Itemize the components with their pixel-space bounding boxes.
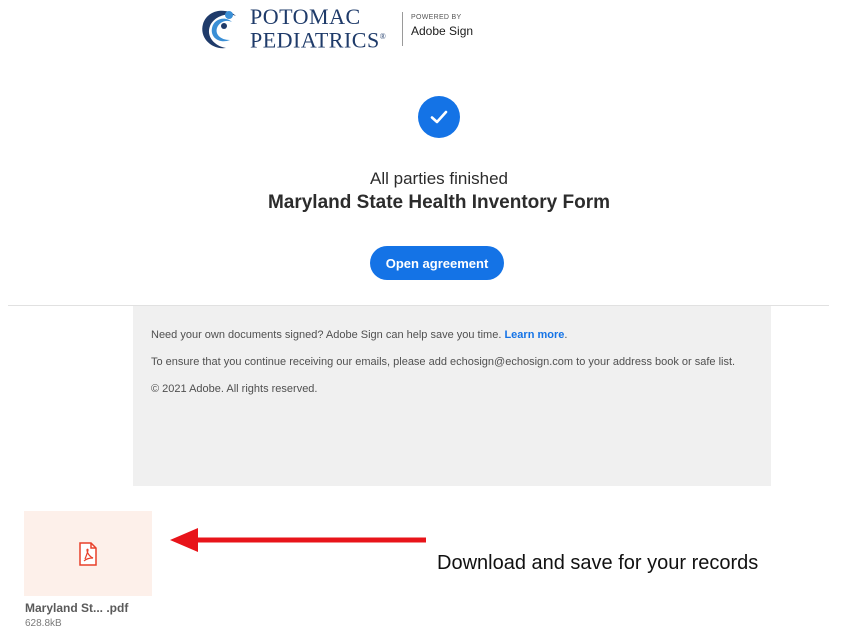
status-text: All parties finished — [370, 169, 508, 188]
adobe-sign-label: Adobe Sign — [411, 24, 474, 38]
email-page: POTOMAC PEDIATRICS® POWERED BY Adobe Sig… — [0, 0, 867, 631]
annotation-callout: Download and save for your records — [437, 552, 759, 574]
potomac-pediatrics-logo: POTOMAC PEDIATRICS® — [198, 4, 386, 54]
footer-safelist-notice: To ensure that you continue receiving ou… — [151, 356, 736, 368]
powered-by-label: POWERED BY — [411, 14, 462, 21]
attachment-name[interactable]: Maryland St... .pdf — [25, 601, 128, 615]
pdf-file-icon — [79, 541, 97, 566]
attachment-thumbnail[interactable] — [24, 511, 152, 596]
brand-line-1: POTOMAC — [250, 4, 361, 30]
potomac-logo-icon — [200, 8, 242, 50]
footer-promo: Need your own documents signed? Adobe Si… — [151, 329, 568, 341]
brand-name: POTOMAC PEDIATRICS® — [250, 4, 387, 53]
registered-mark: ® — [379, 32, 387, 42]
attachment-size: 628.8kB — [25, 618, 62, 629]
footer-copyright: © 2021 Adobe. All rights reserved. — [151, 383, 318, 395]
left-arrow-icon — [170, 528, 426, 552]
learn-more-link[interactable]: Learn more — [504, 329, 564, 341]
check-circle-icon — [418, 96, 460, 138]
brand-line-2: PEDIATRICS® — [250, 27, 387, 53]
powered-by-adobe-sign: POWERED BY Adobe Sign — [411, 14, 473, 38]
footer-panel: Need your own documents signed? Adobe Si… — [133, 306, 771, 486]
document-title: Maryland State Health Inventory Form — [267, 192, 611, 213]
open-agreement-button[interactable]: Open agreement — [370, 246, 504, 280]
header-divider — [402, 12, 403, 46]
